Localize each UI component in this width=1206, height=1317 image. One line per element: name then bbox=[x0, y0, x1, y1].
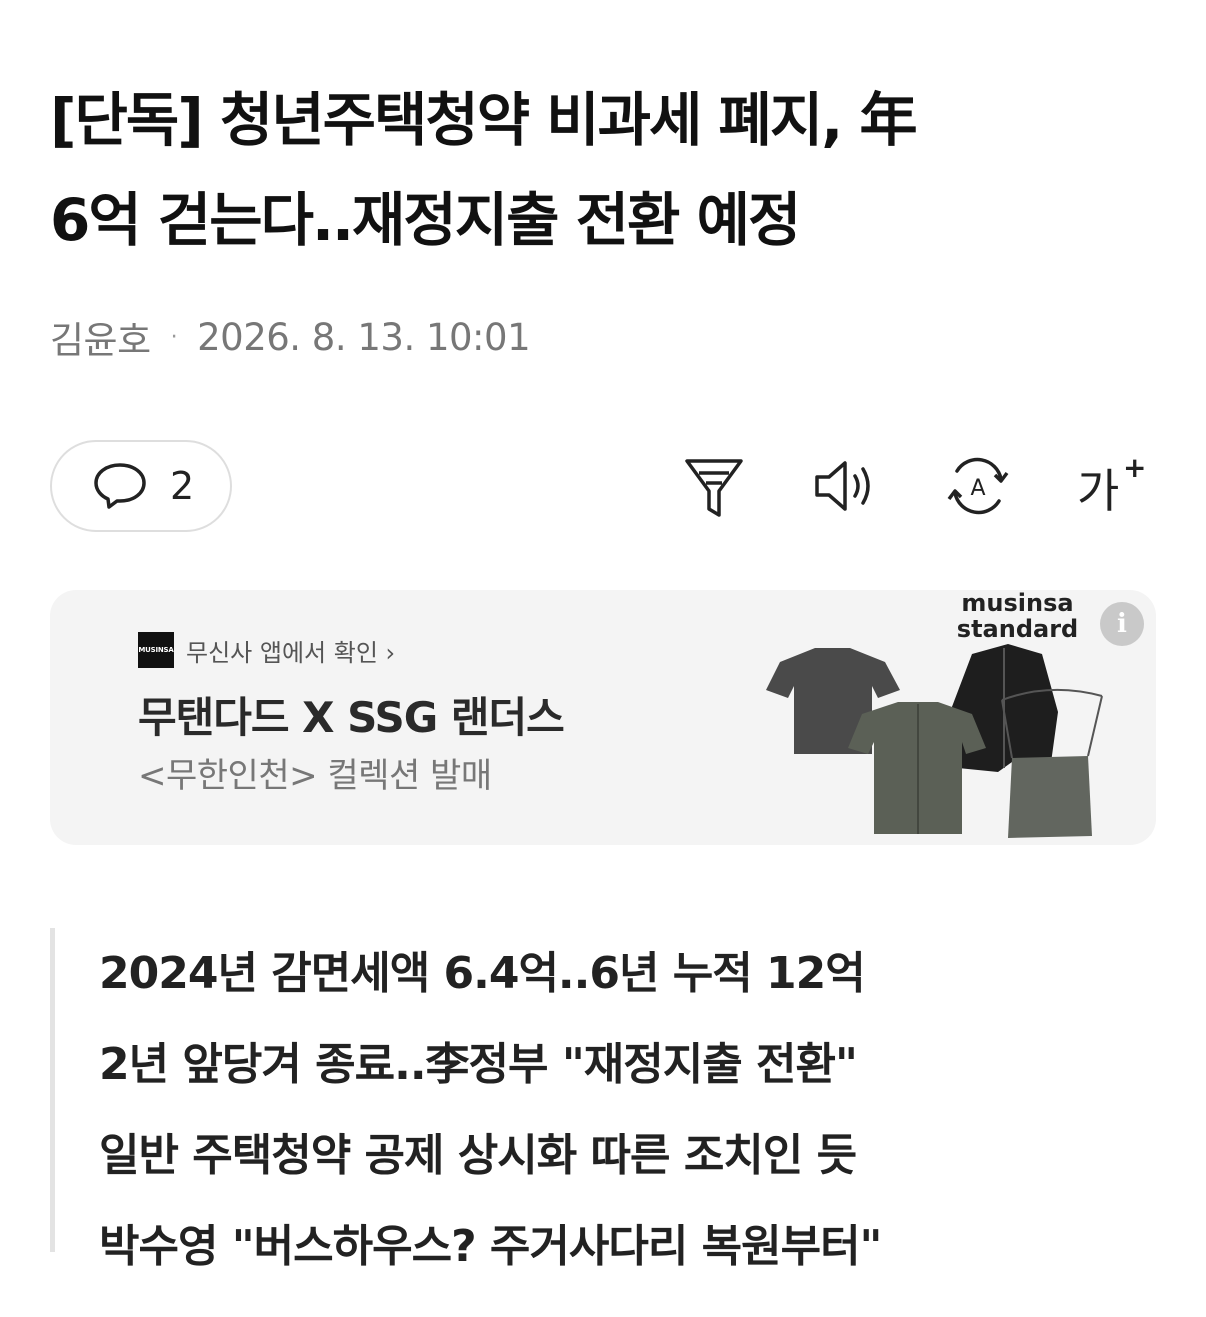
author-name[interactable]: 김윤호 bbox=[50, 310, 151, 364]
font-size-button[interactable]: 가 + bbox=[1072, 448, 1148, 524]
headline-line-1: [단독] 청년주택청약 비과세 폐지, 年 bbox=[50, 86, 918, 154]
summary-line: 일반 주택청약 공제 상시화 따른 조치인 듯 bbox=[99, 1130, 857, 1181]
ad-source-text: 무신사 앱에서 확인 › bbox=[186, 638, 396, 667]
font-size-plus: + bbox=[1123, 451, 1145, 484]
font-size-glyph: 가 bbox=[1077, 464, 1119, 518]
read-aloud-button[interactable] bbox=[808, 448, 884, 524]
summary-line: 박수영 "버스하우스? 주거사다리 복원부터" bbox=[99, 1221, 883, 1272]
ad-info-icon[interactable]: i bbox=[1100, 602, 1144, 646]
ad-subtitle: <무한인천> 컬렉션 발매 bbox=[138, 756, 492, 796]
filter-icon bbox=[685, 459, 743, 517]
ad-brand-line-2: standard bbox=[956, 615, 1079, 643]
filter-button[interactable] bbox=[676, 448, 752, 524]
comments-button[interactable]: 2 bbox=[50, 440, 232, 532]
ad-brand-line-1: musinsa bbox=[961, 590, 1074, 617]
article-headline: [단독] 청년주택청약 비과세 폐지, 年 6억 걷는다..재정지출 전환 예정 bbox=[50, 70, 1160, 270]
ad-brand-wordmark: musinsa standard bbox=[950, 590, 1085, 642]
headline-line-2: 6억 걷는다..재정지출 전환 예정 bbox=[50, 186, 801, 254]
ad-source-link[interactable]: MUSINSA 무신사 앱에서 확인 › bbox=[138, 632, 395, 668]
musinsa-logo: MUSINSA bbox=[138, 632, 174, 668]
font-size-icon: 가 + bbox=[1077, 451, 1145, 518]
byline: 김윤호 · 2026. 8. 13. 10:01 bbox=[50, 310, 531, 364]
comment-count: 2 bbox=[170, 464, 195, 508]
svg-text:A: A bbox=[970, 476, 985, 501]
ad-product-image bbox=[766, 644, 1103, 838]
speaker-icon bbox=[815, 461, 870, 511]
publish-timestamp: 2026. 8. 13. 10:01 bbox=[197, 315, 531, 359]
summary-line: 2024년 감면세액 6.4억..6년 누적 12억 bbox=[99, 948, 866, 999]
translate-button[interactable]: A bbox=[940, 448, 1016, 524]
ad-title: 무탠다드 X SSG 랜더스 bbox=[138, 693, 565, 742]
comment-icon bbox=[94, 463, 146, 509]
article-summary: 2024년 감면세액 6.4억..6년 누적 12억 2년 앞당겨 종료..李정… bbox=[50, 928, 1160, 1272]
musinsa-ad-banner[interactable]: MUSINSA 무신사 앱에서 확인 › 무탠다드 X SSG 랜더스 <무한인… bbox=[50, 590, 1156, 845]
byline-separator: · bbox=[170, 324, 178, 350]
summary-line: 2년 앞당겨 종료..李정부 "재정지출 전환" bbox=[99, 1039, 858, 1090]
translate-icon: A bbox=[947, 457, 1009, 515]
